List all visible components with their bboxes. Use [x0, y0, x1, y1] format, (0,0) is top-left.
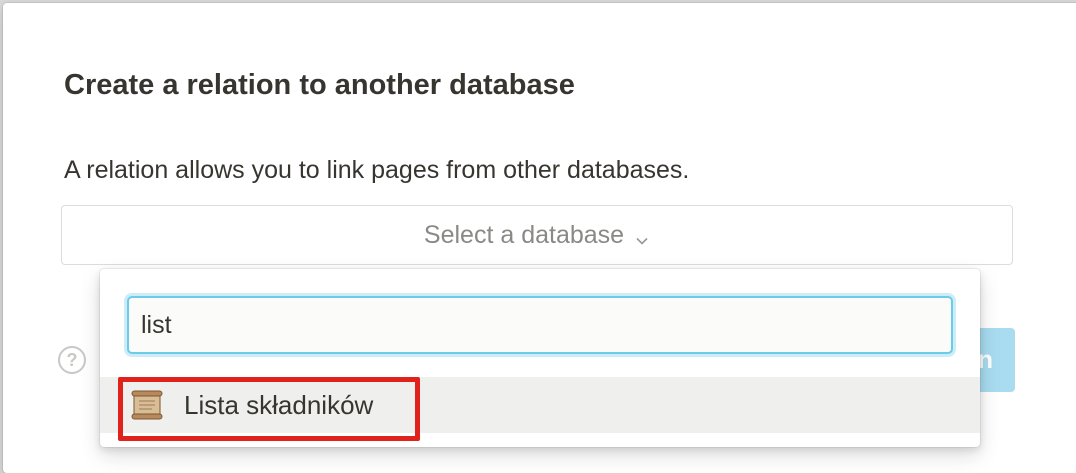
scroll-icon: [130, 389, 164, 421]
database-search-input[interactable]: [127, 296, 953, 354]
database-result-label: Lista składników: [184, 390, 374, 420]
chevron-down-icon: [634, 227, 650, 245]
modal-description: A relation allows you to link pages from…: [64, 156, 690, 184]
select-database-dropdown[interactable]: Select a database: [61, 205, 1013, 265]
database-search-popup: Lista składników: [100, 269, 980, 447]
create-relation-button-label: n: [977, 345, 993, 374]
select-database-label: Select a database: [423, 220, 625, 249]
modal-title: Create a relation to another database: [64, 69, 575, 101]
database-result-item[interactable]: Lista składników: [100, 377, 980, 433]
help-icon[interactable]: ?: [58, 346, 86, 374]
